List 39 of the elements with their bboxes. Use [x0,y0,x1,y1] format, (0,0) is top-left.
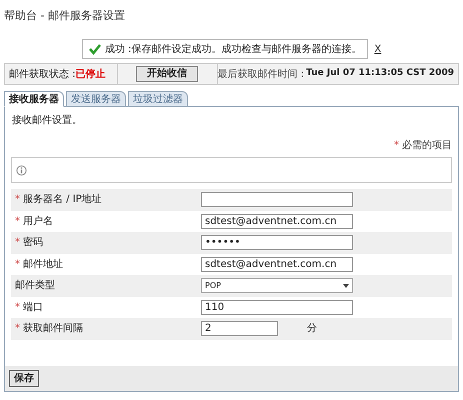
info-icon [16,164,27,176]
input-field[interactable]: 2 [201,321,278,336]
caret-icon [343,284,349,288]
field-label: 端口 [23,300,43,315]
required-mark: * [15,258,20,272]
required-mark: * [15,236,20,250]
field-label: 邮件地址 [23,258,63,272]
select-field[interactable]: POP [201,278,353,294]
status-label: 邮件获取状态 : [9,68,76,82]
check-icon [88,43,101,55]
required-mark: * [15,193,20,208]
field-label: 用户名 [23,214,53,229]
field-label: 密码 [23,236,43,250]
field-label: 服务器名 / IP地址 [23,192,102,208]
input-field[interactable] [201,192,353,208]
field-label: 获取邮件间隔 [23,322,83,336]
unit-label: 分 [307,322,317,336]
required-mark: * [394,138,399,152]
tab[interactable]: 垃圾过滤器 [128,91,188,107]
required-mark: * [15,300,20,315]
tab[interactable]: 接收服务器 [4,91,64,107]
time-value: Tue Jul 07 11:13:05 CST 2009 [306,66,454,80]
required-mark: * [15,322,20,336]
input-field[interactable]: sdtest@adventnet.com.cn [201,256,353,272]
page-title: 帮助台 - 邮件服务器设置 [4,8,125,24]
close-link[interactable]: X [374,42,382,56]
time-label: 最后获取邮件时间 : [218,68,304,82]
required-mark: * [15,214,20,229]
input-field[interactable]: •••••• [201,235,353,250]
input-field[interactable]: sdtest@adventnet.com.cn [201,214,353,229]
start-fetch-button[interactable]: 开始收信 [136,66,198,82]
save-button[interactable]: 保存 [9,370,39,387]
input-field[interactable]: 110 [201,300,353,315]
tab[interactable]: 发送服务器 [66,91,126,107]
message-text: 成功 :保存邮件设定成功。成功检查与邮件服务器的连接。 [104,42,362,56]
required-note: 必需的项目 [402,138,452,152]
section-title: 接收邮件设置。 [11,114,83,128]
status-value: 已停止 [76,68,106,82]
field-label: 邮件类型 [15,278,55,294]
